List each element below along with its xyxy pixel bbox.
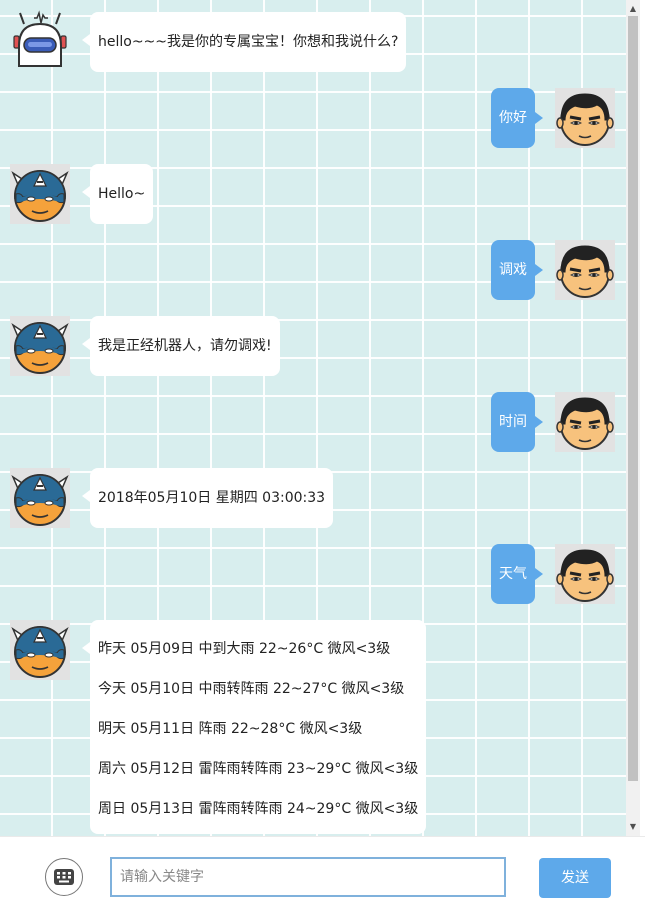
user-avatar-icon: [555, 392, 615, 452]
captain-mask-avatar-icon: [10, 620, 70, 680]
captain-mask-avatar-icon: [10, 468, 70, 528]
user-message-text: 调戏: [499, 262, 527, 278]
keyboard-toggle-button[interactable]: [45, 858, 83, 896]
bot-message-text: 2018年05月10日 星期四 03:00:33: [98, 490, 326, 506]
message-input[interactable]: [110, 857, 506, 897]
weather-line-today: 今天 05月10日 中雨转阵雨 22~27°C 微风<3级: [98, 681, 405, 697]
user-message-bubble: 调戏: [491, 240, 543, 300]
chat-area[interactable]: hello~~~我是你的专属宝宝！你想和我说什么? 你好 Hello~ 调戏 我…: [0, 0, 626, 836]
weather-line-tomorrow: 明天 05月11日 阵雨 22~28°C 微风<3级: [98, 721, 363, 737]
user-avatar-icon: [555, 240, 615, 300]
bot-message-bubble: 2018年05月10日 星期四 03:00:33: [81, 468, 334, 528]
user-message-bubble: 天气: [491, 544, 543, 604]
user-message-text: 天气: [499, 566, 527, 582]
input-bar: 发送: [0, 836, 645, 908]
user-message-text: 你好: [499, 110, 527, 126]
chat-scrollbar[interactable]: ▲ ▼: [626, 0, 640, 836]
bot-message-text: hello~~~我是你的专属宝宝！你想和我说什么?: [98, 34, 399, 50]
bot-message-bubble: Hello~: [81, 164, 154, 224]
user-message-bubble: 时间: [491, 392, 543, 452]
user-avatar-icon: [555, 544, 615, 604]
keyboard-icon: [54, 869, 74, 885]
captain-mask-avatar-icon: [10, 316, 70, 376]
scroll-down-arrow-icon[interactable]: ▼: [626, 820, 640, 834]
weather-line-yesterday: 昨天 05月09日 中到大雨 22~26°C 微风<3级: [98, 641, 391, 657]
weather-line-sunday: 周日 05月13日 雷阵雨转阵雨 24~29°C 微风<3级: [98, 801, 419, 817]
scrollbar-thumb[interactable]: [628, 16, 638, 781]
captain-mask-avatar-icon: [10, 164, 70, 224]
user-avatar-icon: [555, 88, 615, 148]
scroll-up-arrow-icon[interactable]: ▲: [626, 2, 640, 16]
robot-avatar-icon: [10, 10, 70, 70]
bot-message-bubble: 我是正经机器人，请勿调戏!: [82, 316, 280, 376]
send-button[interactable]: 发送: [539, 858, 611, 898]
bot-message-bubble: hello~~~我是你的专属宝宝！你想和我说什么?: [81, 12, 407, 72]
weather-line-saturday: 周六 05月12日 雷阵雨转阵雨 23~29°C 微风<3级: [98, 761, 419, 777]
bot-message-text: Hello~: [98, 186, 146, 202]
user-message-bubble: 你好: [491, 88, 543, 148]
user-message-text: 时间: [499, 414, 527, 430]
bot-message-text: 我是正经机器人，请勿调戏!: [98, 338, 272, 354]
weather-message-bubble: 昨天 05月09日 中到大雨 22~26°C 微风<3级 今天 05月10日 中…: [81, 620, 427, 834]
